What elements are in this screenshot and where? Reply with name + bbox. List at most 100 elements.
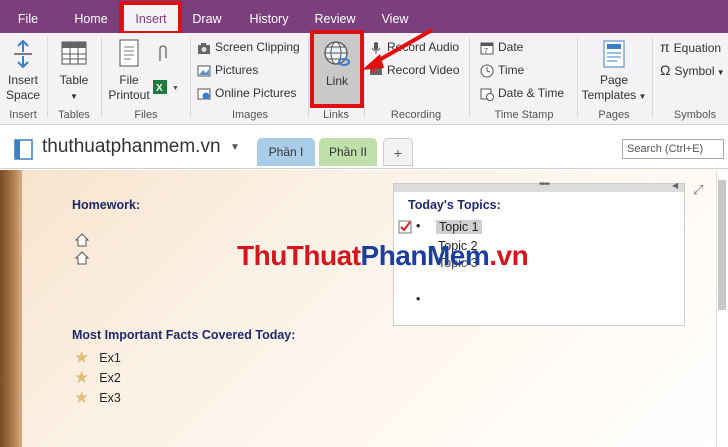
group-label-recording: Recording [390,109,442,121]
attach-file-icon[interactable] [156,45,168,63]
date-button[interactable]: 7 Date [480,37,523,57]
divider [308,37,309,117]
svg-text:X: X [156,83,163,94]
search-input[interactable]: Search (Ctrl+E) [622,139,724,159]
chevron-down-icon: ▼ [714,68,725,77]
fullpage-expand-icon[interactable]: ⤢ [693,182,703,198]
divider [47,37,48,117]
fact-item-label: Ex3 [99,391,121,405]
table-button[interactable]: Table [52,73,96,88]
watermark: ThuThuatPhanMem.vn [237,240,529,272]
screen-clipping-label: Screen Clipping [215,40,300,54]
divider [190,37,191,117]
group-label-insert: Insert [9,109,37,121]
camera-icon [198,42,210,54]
facts-heading: Most Important Facts Covered Today: [72,328,296,342]
fact-item-label: Ex2 [99,371,121,385]
page-templates-icon [603,40,625,68]
pictures-label: Pictures [215,63,259,77]
time-button[interactable]: Time [480,60,524,80]
section-tab-2[interactable]: Phần II [319,138,377,166]
insert-space-label-2: Space [5,88,41,102]
online-pictures-button[interactable]: Online Pictures [197,83,296,103]
insert-tab-highlight [119,1,182,35]
red-arrow-icon [362,28,433,70]
tab-file[interactable]: File [10,0,46,33]
watermark-part-3: .vn [489,240,529,271]
section-tab-1[interactable]: Phần I [257,138,315,166]
notebook-icon[interactable] [12,138,34,160]
spreadsheet-icon[interactable]: X ▼ [152,78,182,96]
svg-text:7: 7 [484,48,488,55]
group-label-tables: Tables [58,109,90,121]
calendar-icon: 7 [480,42,494,55]
divider [469,37,470,117]
group-label-files: Files [134,109,158,121]
notebook-name[interactable]: thuthuatphanmem.vn [42,136,221,158]
symbol-button[interactable]: Ω Symbol ▼ [660,60,725,80]
time-label: Time [498,63,525,77]
date-label: Date [498,40,524,54]
drag-handle-icon[interactable]: •••• [539,179,550,190]
date-time-button[interactable]: Date & Time [480,83,564,103]
divider [101,37,102,117]
pi-icon: π [660,39,670,55]
fact-item-label: Ex1 [99,351,121,365]
page-edge-decoration [0,170,22,447]
fact-item: ★ Ex2 [74,369,121,387]
scrollbar-thumb[interactable] [718,180,726,310]
tab-home[interactable]: Home [66,0,116,33]
group-label-pages: Pages [598,109,630,121]
file-printout-button[interactable]: File Printout [106,73,152,103]
divider [652,37,653,117]
screen-clipping-button[interactable]: Screen Clipping [197,37,300,57]
svg-text:▼: ▼ [172,85,179,92]
homework-heading: Homework: [72,198,141,212]
notebook-bar: thuthuatphanmem.vn ▼ Phần I Phần II + Se… [0,126,728,169]
bullet-icon: • [416,292,421,306]
pictures-button[interactable]: Pictures [197,60,258,80]
file-printout-label-1: File [119,73,139,87]
watermark-part-2: PhanMem [360,240,490,271]
tab-draw[interactable]: Draw [186,0,228,33]
star-icon: ★ [74,368,90,387]
table-dropdown-icon[interactable]: ▼ [52,89,96,104]
tab-review[interactable]: Review [309,0,361,33]
tab-history[interactable]: History [243,0,295,33]
notebook-dropdown-icon[interactable]: ▼ [230,142,240,153]
checkbox-checked-icon[interactable] [398,220,412,234]
date-time-label: Date & Time [498,86,565,100]
equation-label: Equation [673,41,722,55]
page-templates-label-1: Page [599,73,629,87]
insert-space-icon [14,39,32,69]
watermark-part-1: ThuThuat [237,240,361,271]
clock-icon [480,64,494,78]
topic-item[interactable]: Topic 1 [436,220,482,234]
symbol-label: Symbol [674,64,715,78]
page-canvas[interactable]: Homework: Most Important Facts Covered T… [0,170,728,447]
bullet-icon: • [416,219,421,233]
topics-heading: Today's Topics: [408,198,501,212]
group-label-images: Images [231,109,269,121]
divider [577,37,578,117]
insert-space-button[interactable]: Insert Space [2,73,44,103]
fact-item: ★ Ex1 [74,349,121,367]
chevron-down-icon: ▼ [636,92,647,101]
table-icon [61,41,87,65]
star-icon: ★ [74,348,90,367]
expand-arrow-icon[interactable]: ◀ [672,181,678,190]
page-templates-label-2: Templates [581,88,637,102]
group-label-time-stamp: Time Stamp [494,109,554,121]
page-templates-button[interactable]: Page Templates ▼ [580,73,648,104]
file-printout-icon [119,39,139,67]
home-icon [75,233,89,247]
insert-space-label-1: Insert [7,73,38,87]
date-time-icon [480,88,494,101]
star-icon: ★ [74,388,90,407]
online-pictures-label: Online Pictures [215,86,297,100]
equation-button[interactable]: π Equation [660,37,721,57]
online-picture-icon [197,88,211,100]
add-section-button[interactable]: + [383,138,413,166]
group-label-symbols: Symbols [673,109,717,121]
home-icon [75,251,89,265]
